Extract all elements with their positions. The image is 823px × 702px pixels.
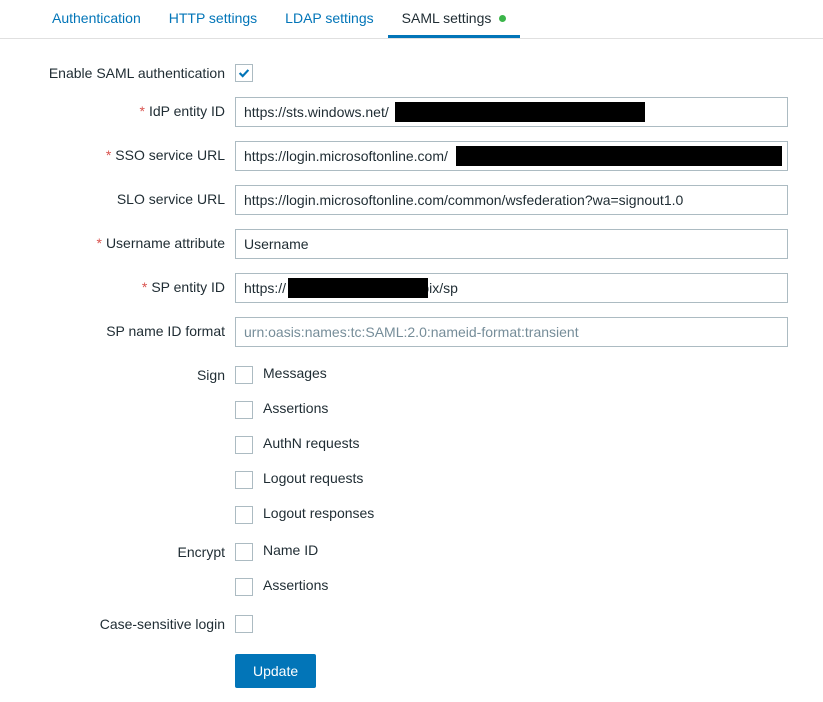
- idp-entity-id-input[interactable]: [235, 97, 788, 127]
- sign-logout-req-checkbox[interactable]: [235, 471, 253, 489]
- encrypt-assertions-checkbox[interactable]: [235, 578, 253, 596]
- encrypt-nameid-checkbox[interactable]: [235, 543, 253, 561]
- sign-authn-checkbox[interactable]: [235, 436, 253, 454]
- case-sensitive-checkbox[interactable]: [235, 615, 253, 633]
- settings-tabs: Authentication HTTP settings LDAP settin…: [0, 0, 823, 39]
- sign-assertions-checkbox[interactable]: [235, 401, 253, 419]
- sign-label: Sign: [0, 361, 235, 383]
- encrypt-nameid-label: Name ID: [263, 542, 318, 558]
- sign-authn-label: AuthN requests: [263, 435, 360, 451]
- sign-assertions-label: Assertions: [263, 400, 328, 416]
- sso-url-input[interactable]: [235, 141, 788, 171]
- sign-logout-req-label: Logout requests: [263, 470, 363, 486]
- slo-url-label: SLO service URL: [0, 185, 235, 207]
- encrypt-label: Encrypt: [0, 538, 235, 560]
- sign-logout-resp-label: Logout responses: [263, 505, 374, 521]
- idp-entity-id-label: *IdP entity ID: [0, 97, 235, 119]
- slo-url-input[interactable]: [235, 185, 788, 215]
- tab-authentication[interactable]: Authentication: [38, 0, 155, 38]
- enable-saml-label: Enable SAML authentication: [0, 59, 235, 81]
- case-sensitive-label: Case-sensitive login: [0, 610, 235, 632]
- encrypt-assertions-label: Assertions: [263, 577, 328, 593]
- sp-entity-id-label: *SP entity ID: [0, 273, 235, 295]
- sp-entity-id-input[interactable]: [235, 273, 788, 303]
- tab-http-settings[interactable]: HTTP settings: [155, 0, 271, 38]
- sign-messages-checkbox[interactable]: [235, 366, 253, 384]
- username-attr-label: *Username attribute: [0, 229, 235, 251]
- active-indicator-icon: [499, 15, 506, 22]
- update-button[interactable]: Update: [235, 654, 316, 688]
- enable-saml-checkbox[interactable]: [235, 64, 253, 82]
- sign-messages-label: Messages: [263, 365, 327, 381]
- sp-name-id-input[interactable]: [235, 317, 788, 347]
- tab-saml-settings[interactable]: SAML settings: [388, 0, 521, 38]
- username-attr-input[interactable]: [235, 229, 788, 259]
- sso-url-label: *SSO service URL: [0, 141, 235, 163]
- tab-saml-label: SAML settings: [402, 10, 492, 26]
- sign-logout-resp-checkbox[interactable]: [235, 506, 253, 524]
- sp-name-id-label: SP name ID format: [0, 317, 235, 339]
- saml-settings-form: Enable SAML authentication *IdP entity I…: [0, 59, 823, 688]
- tab-ldap-settings[interactable]: LDAP settings: [271, 0, 387, 38]
